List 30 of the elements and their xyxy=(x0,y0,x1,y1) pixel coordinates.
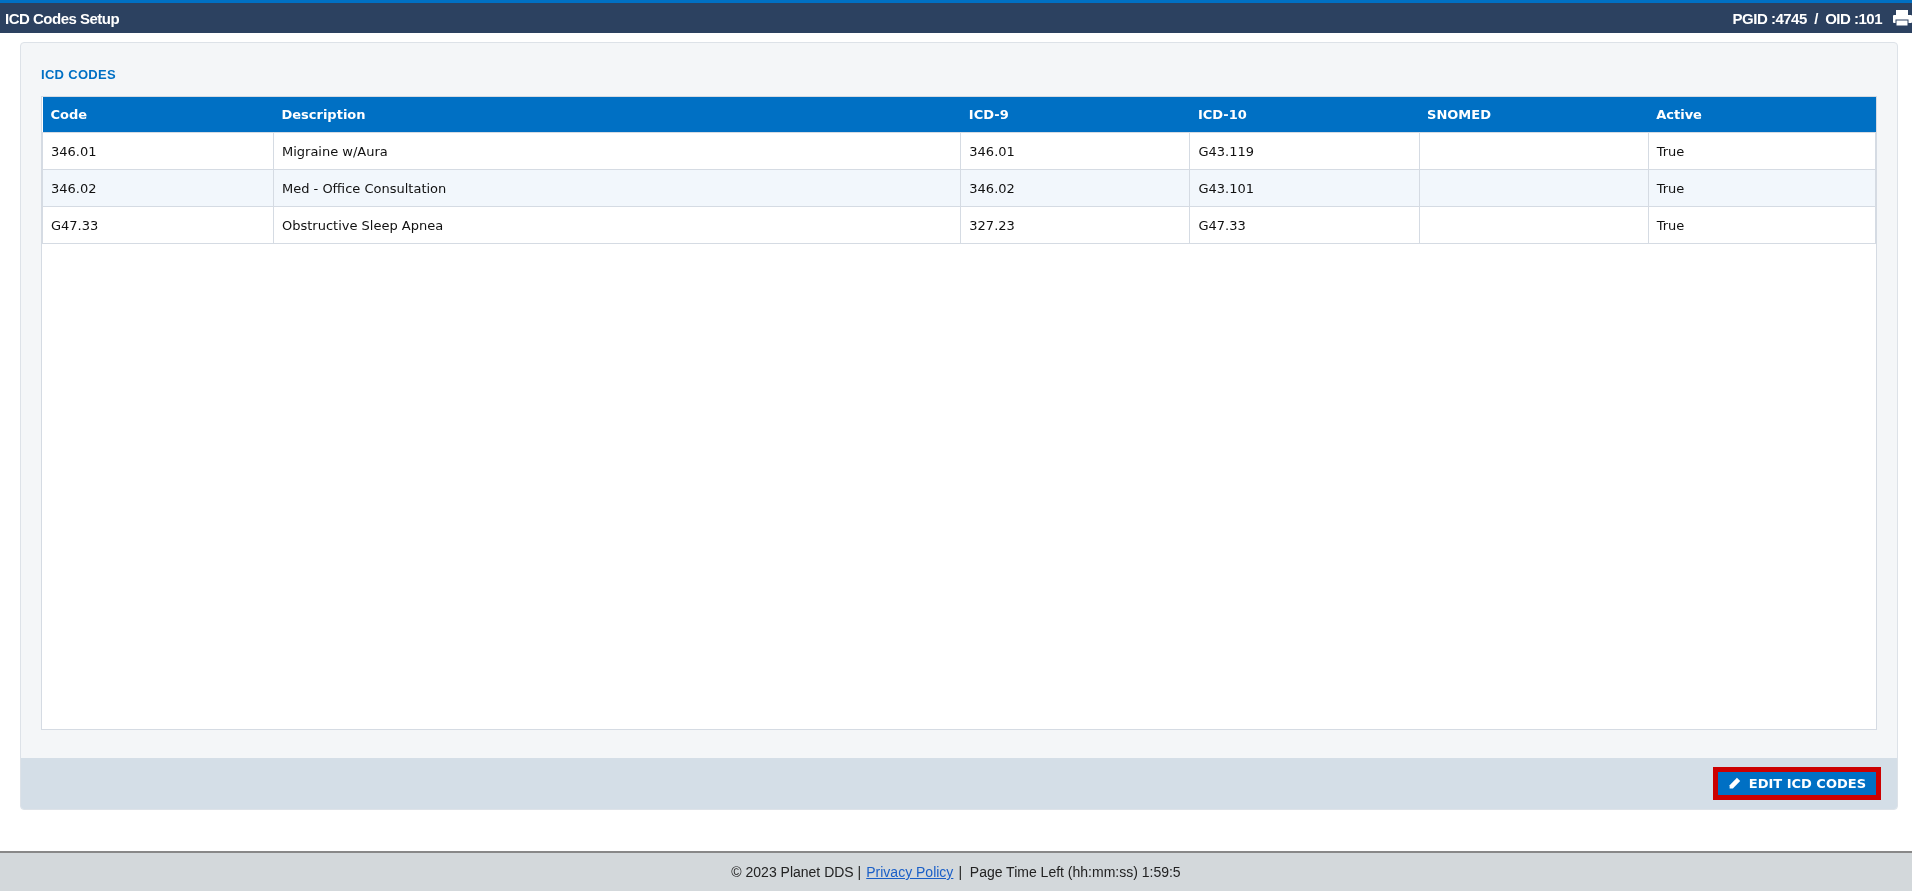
column-header[interactable]: Active xyxy=(1648,97,1876,133)
session-timer: | Page Time Left (hh:mm:ss) 1:59:5 xyxy=(958,864,1181,880)
print-icon[interactable] xyxy=(1892,9,1912,27)
edit-button[interactable]: EDIT ICD CODES xyxy=(1712,767,1881,800)
table-cell: True xyxy=(1648,206,1876,244)
section-title: ICD CODES xyxy=(41,67,116,82)
table-cell: 346.02 xyxy=(960,169,1190,207)
column-header[interactable]: ICD-10 xyxy=(1189,97,1420,133)
table-cell: Obstructive Sleep Apnea xyxy=(273,206,961,244)
page-ids: PGID :4745 / OID :101 xyxy=(1732,9,1882,27)
table-cell: G43.119 xyxy=(1189,132,1420,170)
table-cell: True xyxy=(1648,169,1876,207)
table-cell: 346.02 xyxy=(42,169,274,207)
table-cell: G47.33 xyxy=(42,206,274,244)
table-cell: Migraine w/Aura xyxy=(273,132,961,170)
table-cell: 327.23 xyxy=(960,206,1190,244)
table-cell: 346.01 xyxy=(42,132,274,170)
column-header[interactable]: ICD-9 xyxy=(960,97,1190,133)
table-cell: Med - Office Consultation xyxy=(273,169,961,207)
copyright-text: © 2023 Planet DDS | xyxy=(731,864,862,880)
column-header[interactable]: Description xyxy=(273,97,961,133)
pencil-icon xyxy=(1727,777,1741,790)
privacy-link[interactable]: Privacy Policy xyxy=(866,864,954,880)
column-header[interactable]: Code xyxy=(42,97,274,133)
window-title: ICD Codes Setup xyxy=(5,9,120,27)
table-cell: G43.101 xyxy=(1189,169,1420,207)
table-cell: 346.01 xyxy=(960,132,1190,170)
column-header[interactable]: SNOMED xyxy=(1419,97,1649,133)
table-cell: True xyxy=(1648,132,1876,170)
table-cell: G47.33 xyxy=(1189,206,1420,244)
